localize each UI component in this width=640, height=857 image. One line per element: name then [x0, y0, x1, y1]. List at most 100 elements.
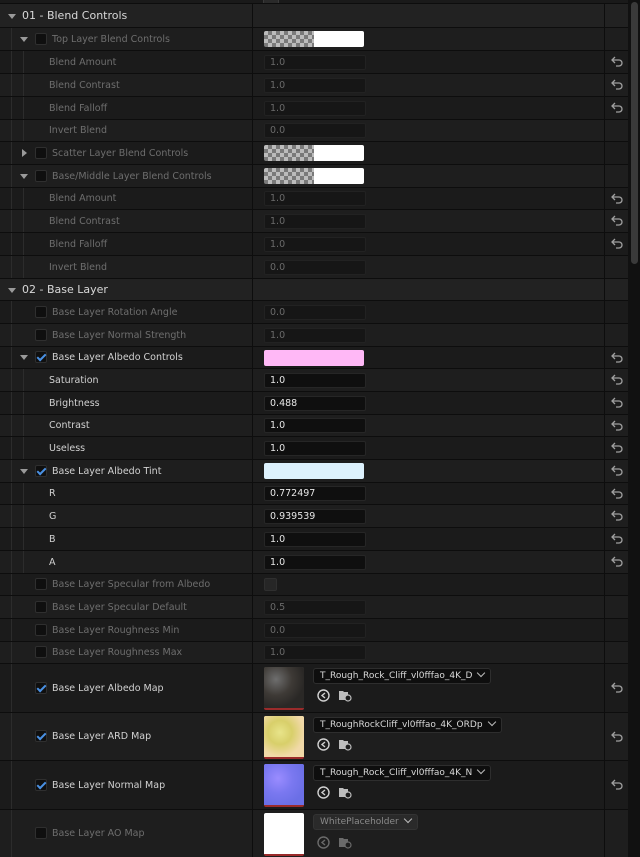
reset-to-default-icon[interactable]: [611, 488, 623, 499]
color-swatch[interactable]: [314, 145, 364, 161]
prop-base-layer-normal-map: Base Layer Normal Map T_Rough_Rock_Cliff…: [0, 760, 628, 809]
number-field[interactable]: 0.5: [264, 600, 366, 615]
use-selected-asset-icon[interactable]: [317, 836, 330, 849]
reset-to-default-icon[interactable]: [611, 238, 623, 249]
override-checkbox[interactable]: [35, 578, 47, 590]
color-swatch[interactable]: [314, 168, 364, 184]
reset-to-default-icon[interactable]: [611, 465, 623, 476]
number-field[interactable]: 1.0: [264, 532, 366, 547]
color-swatch[interactable]: [264, 350, 364, 366]
color-swatch[interactable]: [264, 463, 364, 479]
reset-to-default-icon[interactable]: [611, 731, 623, 742]
reset-to-default-icon[interactable]: [611, 682, 623, 693]
texture-dropdown[interactable]: T_Rough_Rock_Cliff_vl0fffao_4K_D: [313, 668, 492, 684]
use-selected-asset-icon[interactable]: [317, 786, 330, 799]
reset-to-default-icon[interactable]: [611, 442, 623, 453]
number-field[interactable]: 0.939539: [264, 509, 366, 524]
number-field[interactable]: 0.0: [264, 123, 366, 138]
expand-arrow-icon[interactable]: [20, 355, 28, 360]
override-checkbox[interactable]: [35, 33, 47, 45]
group-base-layer-albedo-tint[interactable]: Base Layer Albedo Tint: [0, 459, 628, 482]
number-field[interactable]: 1.0: [264, 328, 366, 343]
override-checkbox[interactable]: [35, 351, 47, 363]
color-swatch-alpha[interactable]: [264, 145, 314, 161]
name-column: Base Layer Albedo Map: [0, 664, 251, 712]
reset-to-default-icon[interactable]: [611, 374, 623, 385]
override-checkbox[interactable]: [35, 730, 47, 742]
number-field[interactable]: 0.488: [264, 396, 366, 411]
number-field[interactable]: 1.0: [264, 645, 366, 660]
override-checkbox[interactable]: [35, 465, 47, 477]
color-swatch-alpha[interactable]: [264, 31, 314, 47]
group-base-layer-albedo-controls[interactable]: Base Layer Albedo Controls: [0, 346, 628, 368]
name-column: 01 - Blend Controls: [0, 4, 251, 27]
reset-to-default-icon[interactable]: [611, 79, 623, 90]
browse-folder-icon[interactable]: [338, 786, 352, 799]
reset-to-default-icon[interactable]: [611, 193, 623, 204]
expand-arrow-icon[interactable]: [20, 37, 28, 42]
use-selected-asset-icon[interactable]: [317, 689, 330, 702]
reset-to-default-icon[interactable]: [611, 215, 623, 226]
texture-thumbnail[interactable]: [264, 716, 304, 759]
override-checkbox[interactable]: [35, 646, 47, 658]
reset-to-default-icon[interactable]: [611, 510, 623, 521]
browse-folder-icon[interactable]: [338, 836, 352, 849]
number-field[interactable]: 1.0: [264, 555, 366, 570]
reset-to-default-icon[interactable]: [611, 56, 623, 67]
override-checkbox[interactable]: [35, 624, 47, 636]
number-field[interactable]: 1.0: [264, 191, 366, 206]
texture-thumbnail[interactable]: [264, 764, 304, 807]
texture-thumbnail[interactable]: [264, 813, 304, 856]
expand-arrow-icon[interactable]: [8, 14, 16, 19]
number-field[interactable]: 1.0: [264, 214, 366, 229]
property-label: Invert Blend: [49, 125, 107, 136]
reset-to-default-icon[interactable]: [611, 397, 623, 408]
texture-dropdown[interactable]: T_RoughRockCliff_vl0fffao_4K_ORDp: [313, 717, 502, 733]
number-field[interactable]: 0.0: [264, 305, 366, 320]
override-checkbox[interactable]: [35, 170, 47, 182]
number-field[interactable]: 1.0: [264, 55, 366, 70]
override-checkbox[interactable]: [35, 779, 47, 791]
reset-to-default-icon[interactable]: [611, 102, 623, 113]
category-base-layer[interactable]: 02 - Base Layer: [0, 278, 628, 300]
reset-to-default-icon[interactable]: [611, 779, 623, 790]
override-checkbox[interactable]: [35, 329, 47, 341]
number-field[interactable]: 0.772497: [264, 486, 366, 501]
reset-to-default-icon[interactable]: [611, 420, 623, 431]
expand-arrow-icon[interactable]: [8, 288, 16, 293]
texture-dropdown[interactable]: T_Rough_Rock_Cliff_vl0fffao_4K_N: [313, 765, 492, 781]
scrollbar-thumb[interactable]: [631, 2, 638, 264]
reset-to-default-icon[interactable]: [611, 533, 623, 544]
browse-folder-icon[interactable]: [338, 689, 352, 702]
value-checkbox[interactable]: [264, 578, 277, 591]
number-field[interactable]: 0.0: [264, 623, 366, 638]
category-blend-controls[interactable]: 01 - Blend Controls: [0, 3, 628, 27]
group-base-middle-layer-blend-controls[interactable]: Base/Middle Layer Blend Controls: [0, 164, 628, 187]
number-field[interactable]: 1.0: [264, 373, 366, 388]
use-selected-asset-icon[interactable]: [317, 738, 330, 751]
texture-dropdown[interactable]: WhitePlaceholder: [313, 814, 418, 830]
color-swatch-alpha[interactable]: [264, 168, 314, 184]
number-field[interactable]: 1.0: [264, 78, 366, 93]
vertical-scrollbar[interactable]: [628, 0, 640, 857]
override-checkbox[interactable]: [35, 306, 47, 318]
color-swatch[interactable]: [314, 31, 364, 47]
number-field[interactable]: 1.0: [264, 101, 366, 116]
override-checkbox[interactable]: [35, 147, 47, 159]
reset-to-default-icon[interactable]: [611, 556, 623, 567]
expand-arrow-icon[interactable]: [20, 174, 28, 179]
reset-to-default-icon[interactable]: [611, 352, 623, 363]
number-field[interactable]: 1.0: [264, 441, 366, 456]
number-field[interactable]: 1.0: [264, 237, 366, 252]
expand-arrow-icon[interactable]: [22, 149, 27, 157]
number-field[interactable]: 1.0: [264, 418, 366, 433]
override-checkbox[interactable]: [35, 601, 47, 613]
texture-thumbnail[interactable]: [264, 667, 304, 710]
group-top-layer-blend-controls[interactable]: Top Layer Blend Controls: [0, 27, 628, 50]
override-checkbox[interactable]: [35, 682, 47, 694]
override-checkbox[interactable]: [35, 827, 47, 839]
browse-folder-icon[interactable]: [338, 738, 352, 751]
number-field[interactable]: 0.0: [264, 260, 366, 275]
group-scatter-layer-blend-controls[interactable]: Scatter Layer Blend Controls: [0, 141, 628, 164]
expand-arrow-icon[interactable]: [20, 469, 28, 474]
